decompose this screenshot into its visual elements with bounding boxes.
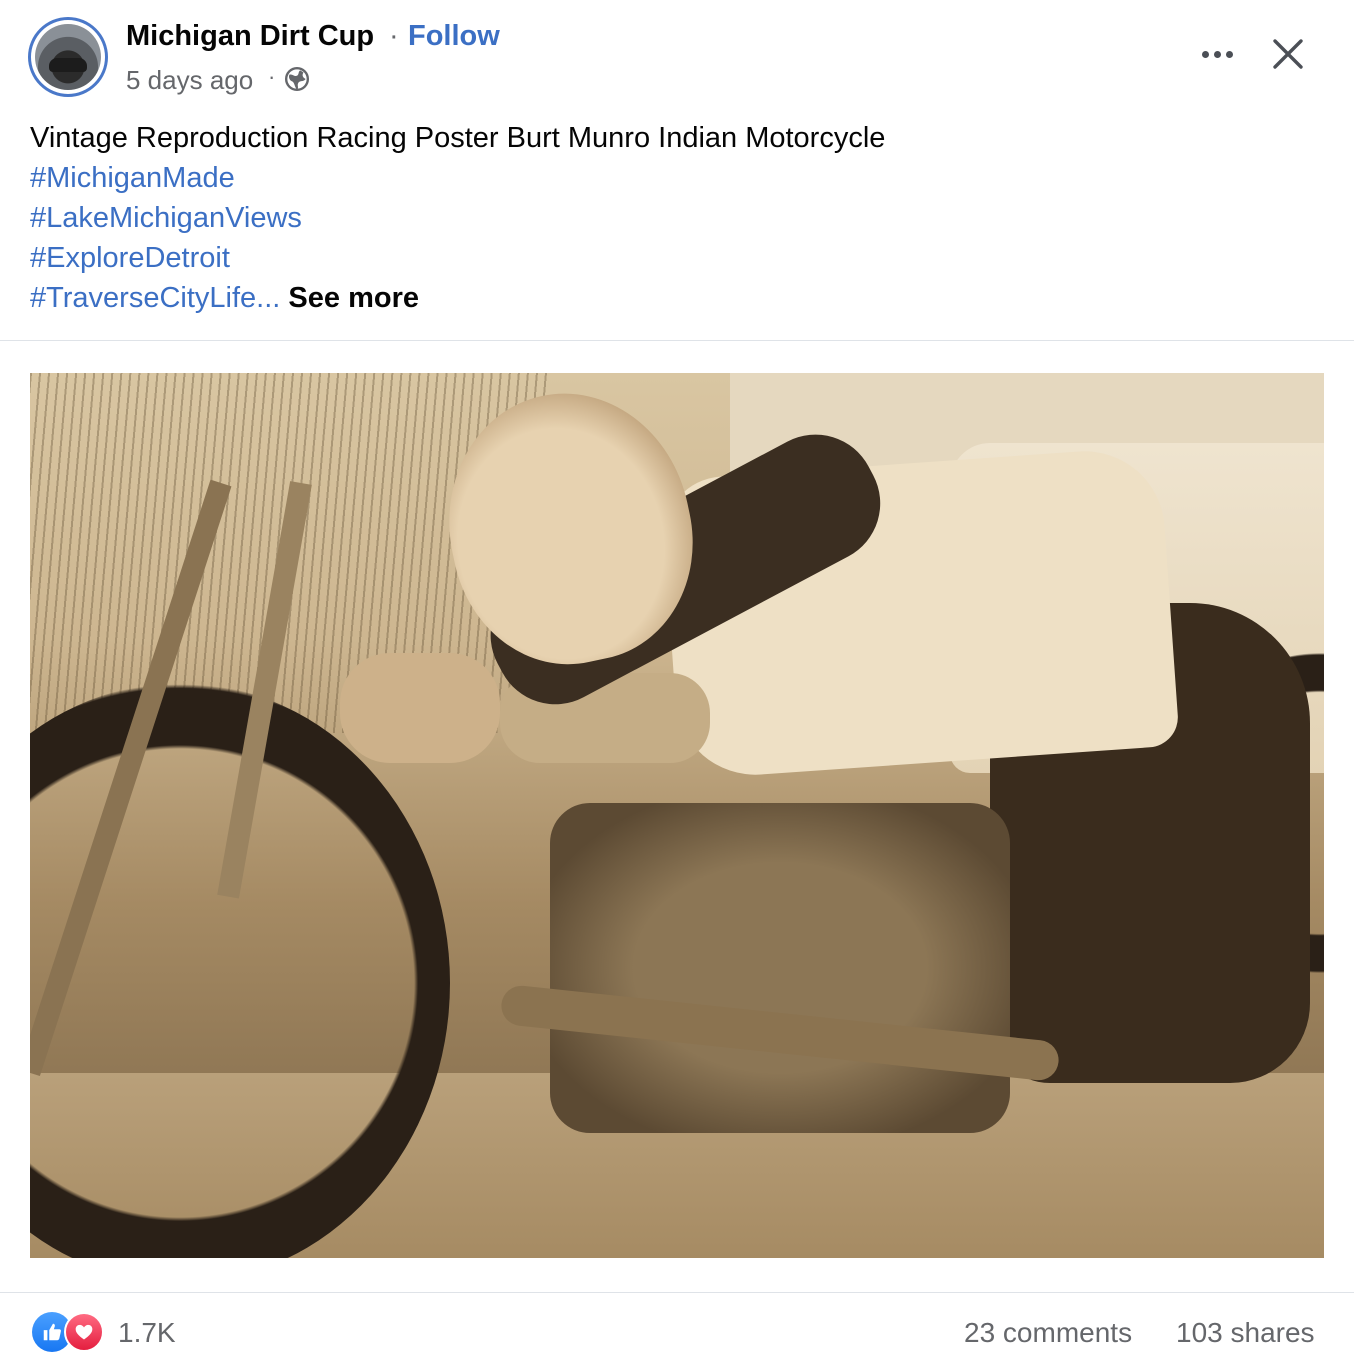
more-dot	[1201, 50, 1209, 58]
name-separator: ·	[389, 20, 399, 52]
photo-engine	[550, 803, 1010, 1133]
hashtag-link[interactable]: #TraverseCityLife	[30, 282, 256, 314]
post-timestamp[interactable]: 5 days ago	[126, 65, 253, 96]
shares-count[interactable]: 103 shares	[1176, 1317, 1315, 1349]
post-body: Vintage Reproduction Racing Poster Burt …	[30, 118, 885, 318]
hashtag-link[interactable]: #ExploreDetroit	[30, 242, 230, 274]
comments-count[interactable]: 23 comments	[964, 1317, 1132, 1349]
globe-icon	[284, 66, 310, 92]
page-name-link[interactable]: Michigan Dirt Cup	[126, 20, 374, 53]
heart-glyph	[75, 1324, 93, 1340]
love-icon	[64, 1312, 104, 1352]
hashtag-link[interactable]: #MichiganMade	[30, 162, 235, 194]
see-more-button[interactable]: See more	[288, 282, 419, 314]
close-icon[interactable]	[1268, 34, 1308, 74]
post-text: Vintage Reproduction Racing Poster Burt …	[30, 122, 886, 154]
more-options-icon[interactable]	[1194, 36, 1240, 72]
divider	[0, 340, 1354, 341]
timestamp-separator: ·	[268, 64, 276, 89]
photo-rider-hand	[340, 653, 500, 763]
hashtag-link[interactable]: #LakeMichiganViews	[30, 202, 302, 234]
divider	[0, 1292, 1354, 1293]
thumbs-up-glyph	[43, 1323, 61, 1341]
avatar-image	[35, 24, 101, 90]
post-photo[interactable]	[30, 373, 1324, 1258]
follow-button[interactable]: Follow	[408, 20, 500, 53]
more-dot	[1225, 50, 1233, 58]
truncation-ellipsis: ...	[256, 282, 281, 314]
post-header: Michigan Dirt Cup · Follow 5 days ago ·	[0, 0, 1354, 110]
more-dot	[1213, 50, 1221, 58]
page-avatar[interactable]	[28, 17, 108, 97]
reaction-count[interactable]: 1.7K	[118, 1317, 176, 1349]
